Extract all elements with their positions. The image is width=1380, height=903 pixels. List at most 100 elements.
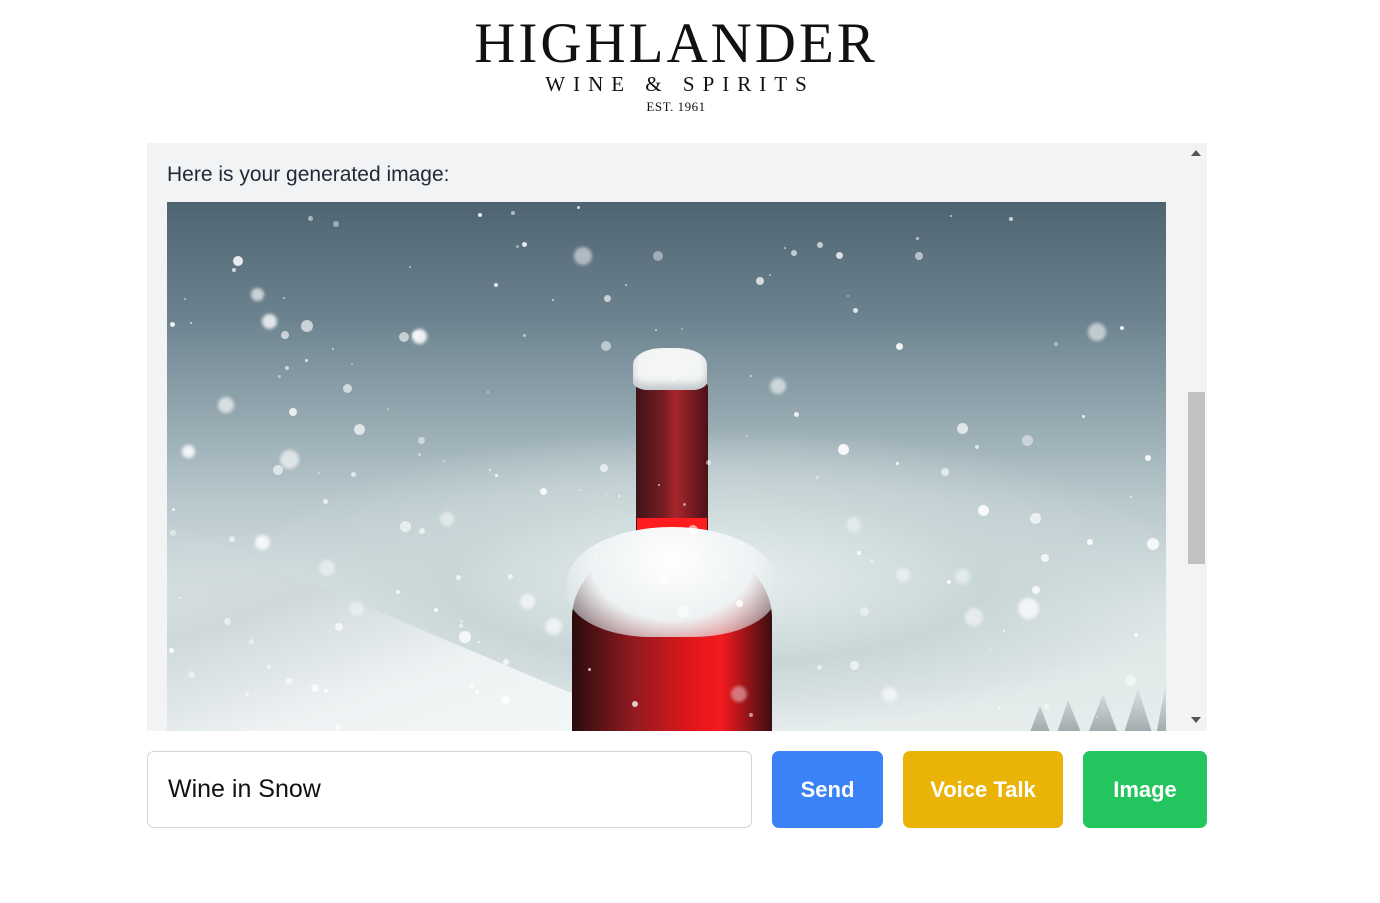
snowflake: [950, 215, 952, 217]
snowflake: [184, 298, 186, 300]
snowflake: [688, 525, 698, 535]
snowflake: [169, 648, 174, 653]
snowflake: [989, 648, 991, 650]
snowflake: [1054, 342, 1058, 346]
snowflake: [459, 631, 471, 643]
snowflake: [1120, 326, 1124, 330]
snowflake: [319, 560, 335, 576]
snowflake: [409, 266, 411, 268]
snowflake: [478, 213, 482, 217]
snowflake: [677, 606, 689, 618]
snowflake: [503, 659, 509, 665]
snowflake: [736, 600, 743, 607]
snowflake: [915, 252, 923, 260]
snowflake: [396, 590, 400, 594]
snowflake: [957, 423, 968, 434]
snowflake: [494, 283, 498, 287]
snowflake: [683, 503, 686, 506]
snowflake: [1125, 675, 1136, 686]
generated-image: [167, 202, 1166, 731]
snowflake: [520, 594, 535, 609]
snowflake: [784, 247, 786, 249]
snowflake: [706, 460, 711, 465]
snowflake: [1082, 415, 1085, 418]
snowflake: [770, 378, 786, 394]
snowflake: [896, 568, 910, 582]
snowflake: [1088, 323, 1106, 341]
brand-logo: HIGHLANDER WINE & SPIRITS EST. 1961: [470, 14, 882, 118]
snowflake: [387, 408, 389, 410]
snowflake: [618, 495, 620, 497]
bottle-cap-snow: [633, 348, 707, 390]
snowflake: [478, 641, 480, 643]
image-button[interactable]: Image: [1083, 751, 1207, 828]
snowflake: [172, 508, 175, 511]
snowflake: [600, 464, 608, 472]
snowflake: [324, 689, 328, 693]
snowflake: [285, 366, 289, 370]
snowflake: [400, 521, 411, 532]
snowflake: [301, 320, 313, 332]
snowflake: [613, 586, 615, 588]
snowflake: [1130, 496, 1132, 498]
snowflake: [817, 242, 823, 248]
snowflake: [412, 329, 427, 344]
snowflake: [1030, 513, 1041, 524]
message-input[interactable]: [147, 751, 752, 828]
snowflake: [267, 665, 271, 669]
snowflake: [190, 322, 192, 324]
snowflake: [286, 678, 292, 684]
chat-message-text: Here is your generated image:: [167, 163, 450, 186]
snowflake: [978, 505, 989, 516]
snowflake: [838, 444, 849, 455]
snowflake: [443, 460, 445, 462]
snowflake: [232, 268, 236, 272]
snowflake: [769, 274, 771, 276]
snowflake: [575, 562, 577, 564]
scroll-down-arrow-icon[interactable]: [1191, 717, 1201, 723]
snowflake: [289, 408, 297, 416]
send-button[interactable]: Send: [772, 751, 883, 828]
snowflake: [434, 608, 438, 612]
snowflake: [179, 597, 181, 599]
voice-talk-button[interactable]: Voice Talk: [903, 751, 1063, 828]
snowflake: [475, 690, 479, 694]
snowflake: [281, 331, 289, 339]
scroll-thumb[interactable]: [1188, 392, 1205, 564]
snowflake: [1145, 455, 1151, 461]
snowflake: [1032, 586, 1040, 594]
snowflake: [516, 245, 519, 248]
snowflake: [1041, 554, 1049, 562]
snowflake: [418, 453, 421, 456]
snowflake: [857, 551, 861, 555]
snowflake: [991, 718, 993, 720]
snowflake: [965, 608, 983, 626]
snowflake: [1018, 598, 1039, 619]
snowflake: [308, 216, 313, 221]
snowflake: [170, 322, 175, 327]
snowflake: [653, 251, 663, 261]
snowflake: [323, 499, 328, 504]
scroll-up-arrow-icon[interactable]: [1191, 150, 1201, 156]
snowflake: [354, 424, 365, 435]
snowflake: [343, 384, 352, 393]
snowflake: [574, 247, 592, 265]
snowflake: [601, 341, 611, 351]
snowflake: [523, 334, 526, 337]
snowflake: [850, 661, 859, 670]
snowflake: [460, 620, 463, 623]
snowflake: [278, 375, 281, 378]
snowflake: [487, 391, 489, 393]
chat-scrollbar[interactable]: [1186, 143, 1207, 731]
snowflake: [255, 535, 270, 550]
snowflake: [955, 569, 970, 584]
snowflake: [882, 687, 897, 702]
snowflake: [604, 295, 611, 302]
snowflake: [731, 686, 747, 702]
logo-brand-name: HIGHLANDER: [474, 12, 878, 75]
chat-panel: Here is your generated image:: [147, 143, 1207, 731]
logo-established: EST. 1961: [646, 99, 706, 114]
snowflake: [333, 221, 339, 227]
snowflake: [541, 690, 543, 692]
snowflake: [251, 288, 264, 301]
